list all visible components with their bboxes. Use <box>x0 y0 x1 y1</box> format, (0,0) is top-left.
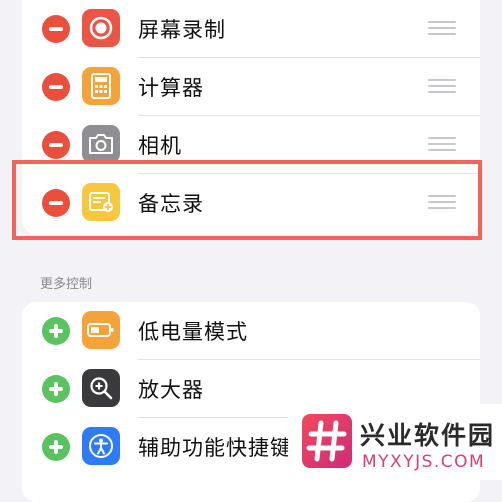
remove-screen-recording-button[interactable] <box>42 15 70 43</box>
control-row-calculator: 计算器 <box>22 58 480 116</box>
highlight-box <box>12 160 482 240</box>
control-label: 放大器 <box>138 378 204 402</box>
add-magnifier-button[interactable] <box>42 375 70 403</box>
low-power-battery-icon <box>82 311 120 349</box>
control-row-screen-recording: 屏幕录制 <box>22 0 480 58</box>
watermark-title: 兴业软件园 <box>360 421 496 450</box>
reorder-handle-icon[interactable] <box>428 137 456 153</box>
remove-camera-button[interactable] <box>42 131 70 159</box>
control-label: 屏幕录制 <box>138 18 226 42</box>
camera-icon <box>82 125 120 163</box>
calculator-icon <box>82 67 120 105</box>
watermark-url: MYXYJS.COM <box>362 452 486 472</box>
control-label: 辅助功能快捷键 <box>138 436 292 460</box>
add-low-power-mode-button[interactable] <box>42 317 70 345</box>
watermark: 兴业软件园 MYXYJS.COM <box>288 404 502 480</box>
magnifier-icon <box>82 369 120 407</box>
control-label: 相机 <box>138 134 182 158</box>
hash-logo-icon <box>302 414 352 468</box>
accessibility-icon <box>82 427 120 465</box>
add-accessibility-shortcut-button[interactable] <box>42 433 70 461</box>
control-label: 计算器 <box>138 76 204 100</box>
section-header-more-controls: 更多控制 <box>40 277 93 292</box>
remove-calculator-button[interactable] <box>42 73 70 101</box>
reorder-handle-icon[interactable] <box>428 21 456 37</box>
screen-record-icon <box>82 9 120 47</box>
reorder-handle-icon[interactable] <box>428 79 456 95</box>
control-label: 低电量模式 <box>138 320 248 344</box>
control-row-low-power-mode: 低电量模式 <box>22 302 480 360</box>
